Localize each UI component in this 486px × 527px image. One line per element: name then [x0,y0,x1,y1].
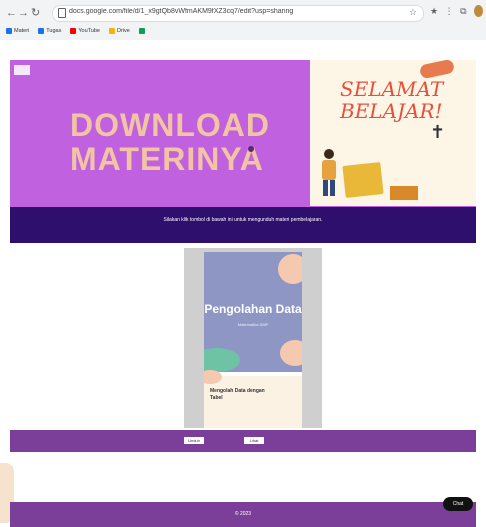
bookmarks-bar: Materi Tugas YouTube Drive [6,25,147,37]
bookmark-item[interactable]: Drive [109,28,130,34]
back-icon[interactable]: ← [6,6,17,20]
bookmark-favicon-icon [38,28,45,34]
bookmark-favicon-icon [138,28,145,34]
footer: © 2023 [10,502,476,527]
decor-blob [204,348,240,372]
bookmark-star-icon[interactable]: ☆ [409,7,417,18]
view-button[interactable]: Lihat [244,437,264,444]
bookmark-favicon-icon [109,28,115,34]
document-title: Pengolahan Data [204,302,302,316]
footer-text: © 2023 [234,511,252,517]
document-page[interactable]: Pengolahan Data Matematika SMP Mengolah … [204,252,302,428]
bookmark-label: YouTube [78,28,100,34]
hero-caption: Silakan klik tombol di bawah ini untuk m… [163,217,323,223]
bookmark-label: Tugas [46,28,62,34]
hero-caption-bar: Silakan klik tombol di bawah ini untuk m… [10,207,476,243]
bookmark-item[interactable]: YouTube [70,28,100,34]
address-bar[interactable]: docs.google.com/file/d/1_x9gtQb8vWfmAKM9… [52,5,424,22]
bookmark-item[interactable]: Materi [6,28,29,34]
bookmark-label: Drive [117,28,130,34]
reload-icon[interactable]: ↻ [31,6,40,20]
action-bar: Unduh Lihat [10,430,476,452]
profile-avatar[interactable] [474,5,483,17]
lock-icon [58,8,66,18]
book [390,186,418,200]
chat-button[interactable]: Chat [443,497,473,511]
decor-cross-icon: ✝ [430,122,446,142]
document-subtitle: Matematika SMP [237,322,269,327]
bookmark-favicon-icon [6,28,12,34]
hero-poster: SELAMAT BELAJAR! ✝ [310,60,476,206]
bookmark-label: Materi [14,28,30,34]
document-viewer[interactable]: Pengolahan Data Matematika SMP Mengolah … [184,248,322,428]
poster-greeting: SELAMAT BELAJAR! [340,77,444,123]
document-cover: Pengolahan Data Matematika SMP [204,252,302,372]
bookmark-item[interactable]: Tugas [38,28,61,34]
student-illustration [322,149,336,196]
decor-dot [248,146,254,152]
decor-blob [204,370,222,384]
bookmark-favicon-icon [70,28,77,34]
decor-blob [278,254,302,284]
browser-chrome: ← → ↻ docs.google.com/file/d/1_x9gtQb8vW… [0,0,486,40]
book-stack [342,162,384,198]
bookmark-item[interactable] [138,28,147,34]
decor-blob [280,340,302,366]
extension-icons[interactable]: ★ ⋮ ⧉ [430,6,469,17]
download-button[interactable]: Unduh [184,437,204,444]
hero-title: DOWNLOAD MATERINYA [70,107,270,177]
document-page-two: Mengolah Data dengan Tabel [204,370,302,428]
page-two-title: Mengolah Data dengan Tabel [210,388,265,401]
hero-banner: DOWNLOAD MATERINYA SELAMAT BELAJAR! ✝ [10,60,476,210]
forward-icon[interactable]: → [18,6,29,20]
site-logo[interactable] [14,65,30,75]
url-text[interactable]: docs.google.com/file/d/1_x9gtQb8vWfmAKM9… [69,8,389,15]
